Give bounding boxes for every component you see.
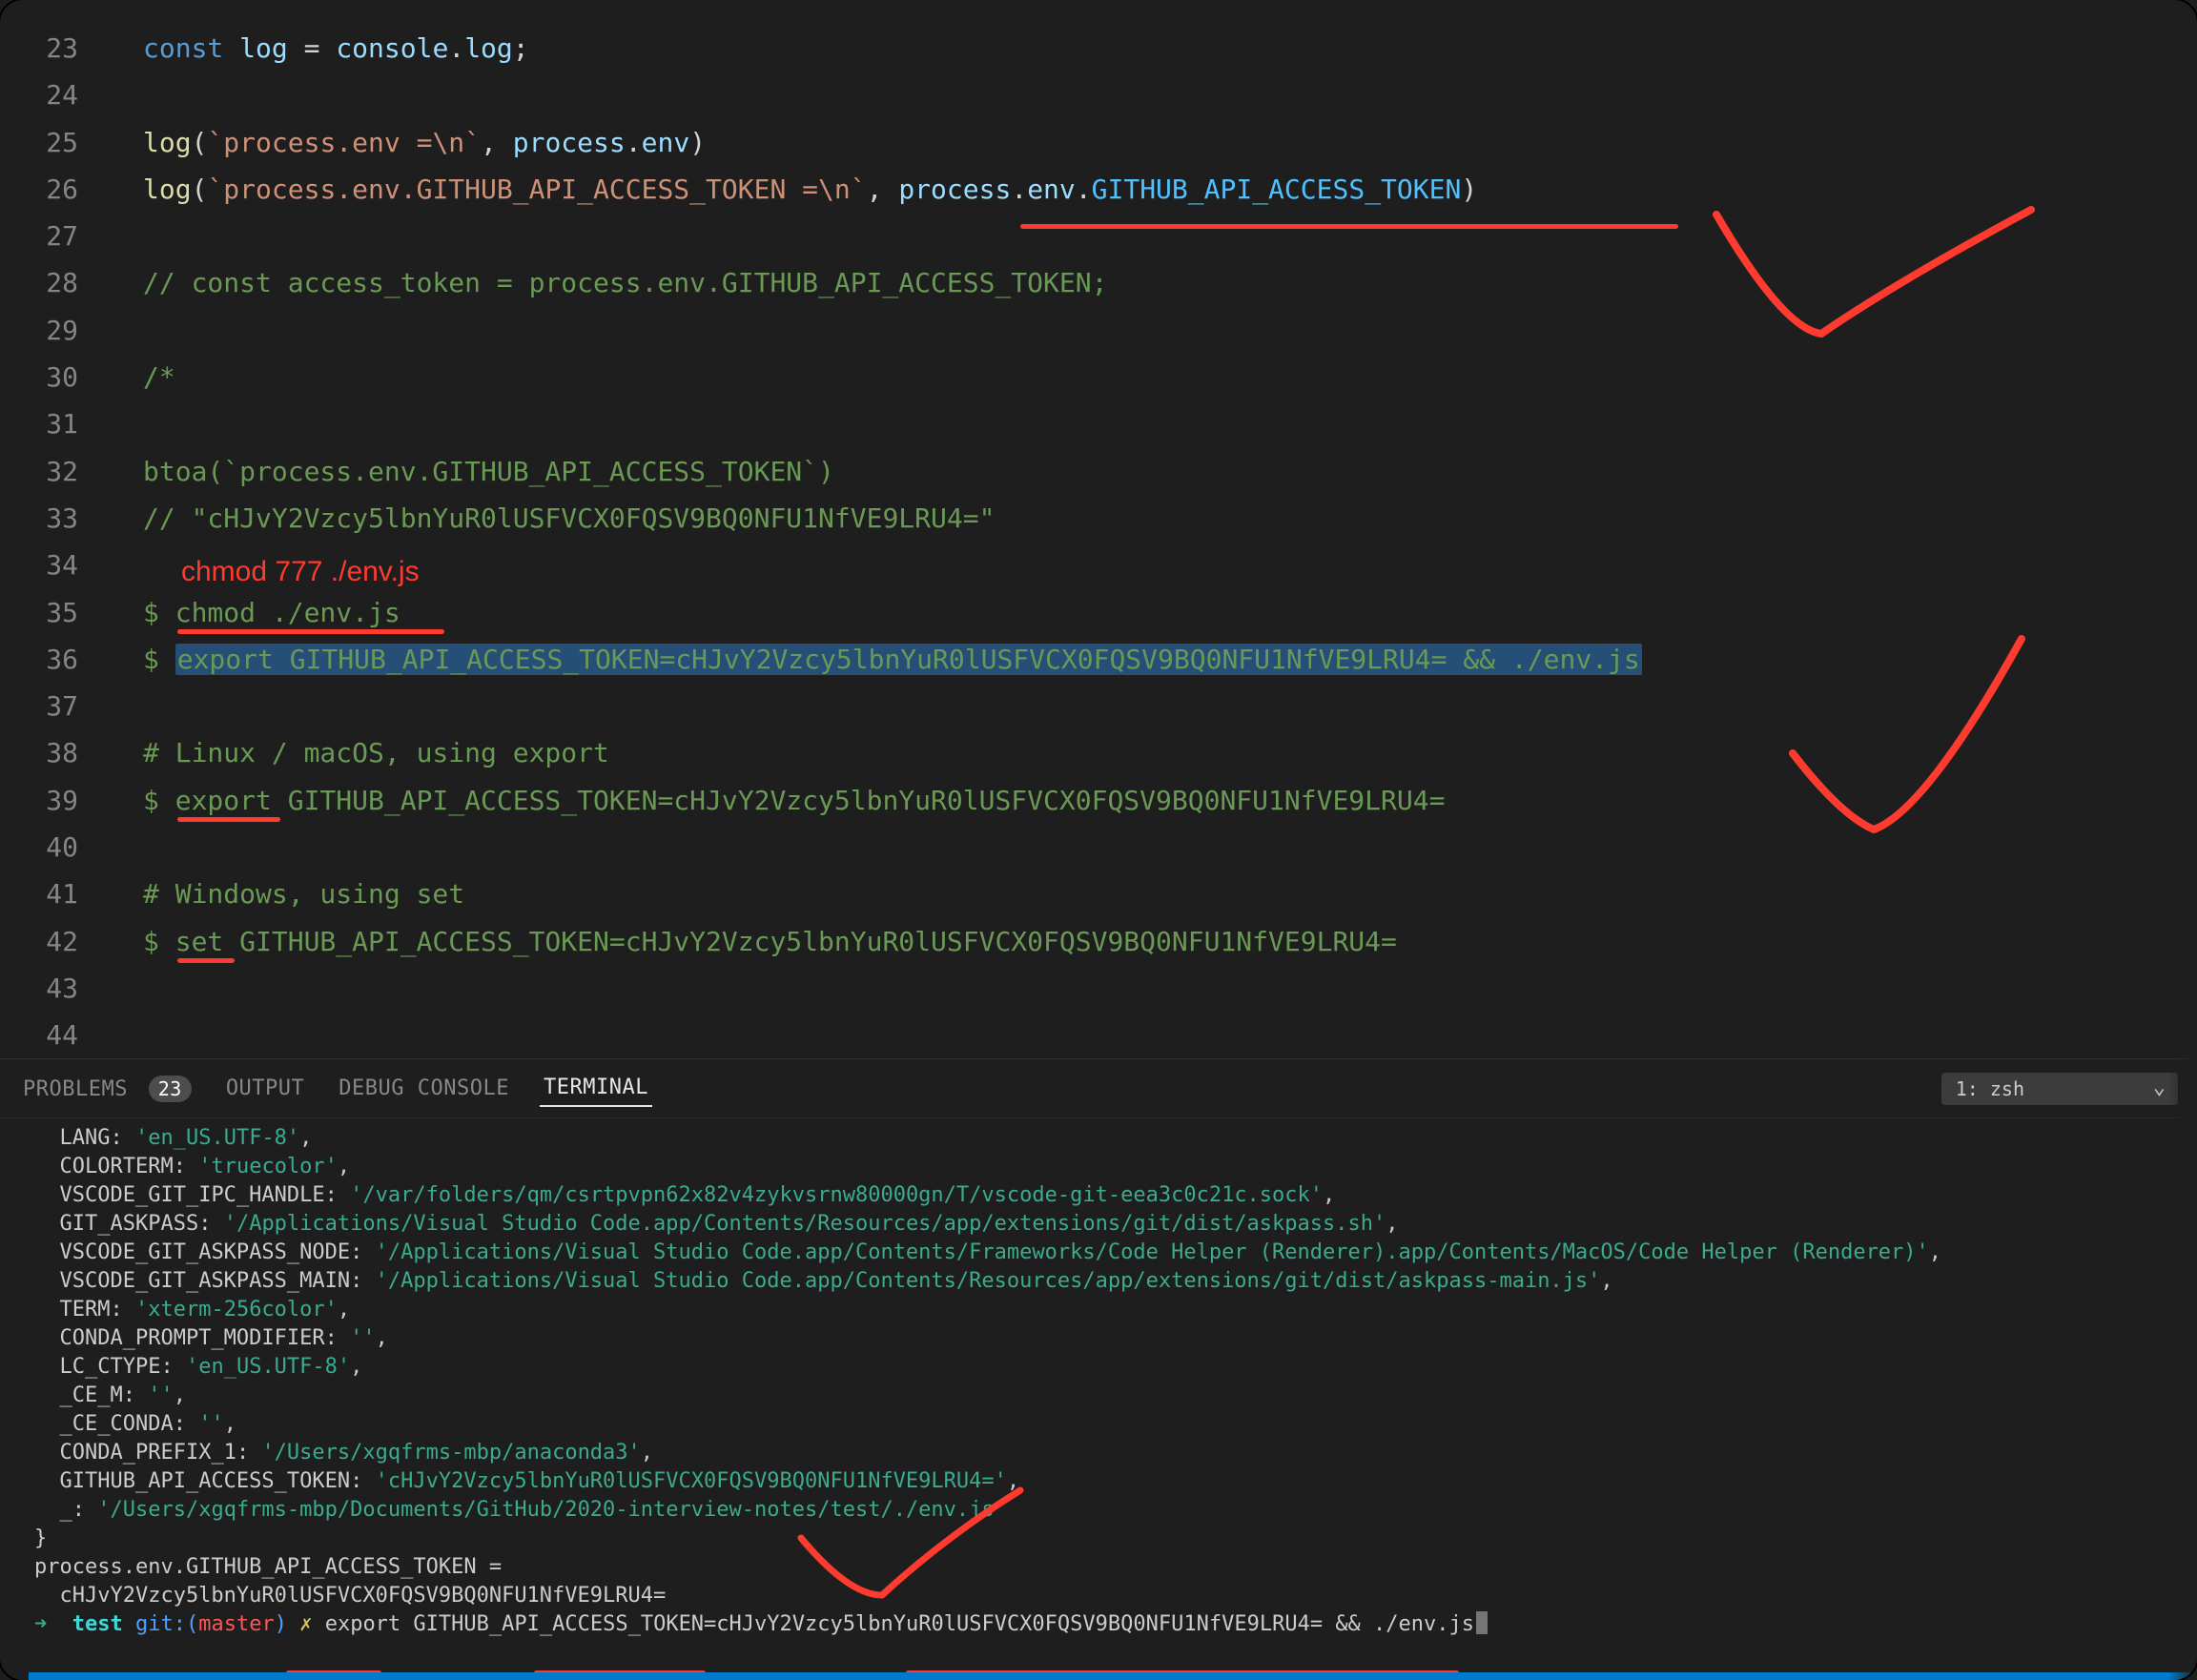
line-number: 33 [0, 495, 105, 542]
code-line[interactable]: btoa(`process.env.GITHUB_API_ACCESS_TOKE… [143, 448, 2178, 495]
line-number: 42 [0, 918, 105, 965]
code-line[interactable]: log(`process.env =\n`, process.env) [143, 119, 2178, 166]
status-bar-strip [29, 1672, 2197, 1680]
terminal-line: _CE_CONDA: '', [34, 1410, 2178, 1439]
code-editor[interactable]: 2324252627282930313233343536373839404142… [0, 0, 2197, 1058]
line-number: 28 [0, 259, 105, 306]
problems-badge: 23 [149, 1076, 192, 1102]
terminal-line: process.env.GITHUB_API_ACCESS_TOKEN = [34, 1553, 2178, 1582]
code-line[interactable] [143, 72, 2178, 118]
line-number: 26 [0, 166, 105, 213]
tab-terminal[interactable]: TERMINAL [540, 1070, 652, 1107]
terminal-line: CONDA_PREFIX_1: '/Users/xgqfrms-mbp/anac… [34, 1439, 2178, 1467]
line-number: 40 [0, 824, 105, 871]
terminal-line: COLORTERM: 'truecolor', [34, 1153, 2178, 1181]
code-line[interactable]: $ export GITHUB_API_ACCESS_TOKEN=cHJvY2V… [143, 636, 2178, 683]
terminal-line: LC_CTYPE: 'en_US.UTF-8', [34, 1353, 2178, 1382]
terminal-line: ➜ test git:(master) ✗ export GITHUB_API_… [34, 1610, 2178, 1639]
terminal-selector[interactable]: 1: zsh [1941, 1073, 2178, 1105]
terminal-line: VSCODE_GIT_IPC_HANDLE: '/var/folders/qm/… [34, 1181, 2178, 1210]
code-line[interactable]: $ set GITHUB_API_ACCESS_TOKEN=cHJvY2Vzcy… [143, 918, 2178, 965]
code-line[interactable]: const log = console.log; [143, 25, 2178, 72]
code-line[interactable] [143, 1012, 2178, 1058]
code-line[interactable] [143, 400, 2178, 447]
code-line[interactable] [143, 542, 2178, 588]
code-line[interactable]: // const access_token = process.env.GITH… [143, 259, 2178, 306]
code-line[interactable]: # Linux / macOS, using export [143, 729, 2178, 776]
code-line[interactable]: # Windows, using set [143, 871, 2178, 917]
code-line[interactable]: // "cHJvY2Vzcy5lbnYuR0lUSFVCX0FQSV9BQ0NF… [143, 495, 2178, 542]
line-number: 38 [0, 729, 105, 776]
code-line[interactable] [143, 307, 2178, 354]
line-number: 44 [0, 1012, 105, 1058]
line-number: 29 [0, 307, 105, 354]
vscode-window: 2324252627282930313233343536373839404142… [0, 0, 2197, 1680]
line-number-gutter: 2324252627282930313233343536373839404142… [0, 25, 105, 1058]
code-line[interactable] [143, 213, 2178, 259]
terminal-line: VSCODE_GIT_ASKPASS_MAIN: '/Applications/… [34, 1267, 2178, 1296]
terminal-line: VSCODE_GIT_ASKPASS_NODE: '/Applications/… [34, 1239, 2178, 1267]
line-number: 36 [0, 636, 105, 683]
line-number: 32 [0, 448, 105, 495]
code-line[interactable] [143, 683, 2178, 729]
line-number: 31 [0, 400, 105, 447]
terminal-line: _CE_M: '', [34, 1382, 2178, 1410]
code-line[interactable] [143, 965, 2178, 1012]
tab-problems-label: PROBLEMS [23, 1077, 128, 1101]
code-line[interactable] [143, 824, 2178, 871]
line-number: 34 [0, 542, 105, 588]
terminal-line: cHJvY2Vzcy5lbnYuR0lUSFVCX0FQSV9BQ0NFU1Nf… [34, 1582, 2178, 1610]
tab-debug-console[interactable]: DEBUG CONSOLE [335, 1071, 513, 1106]
terminal-line: GITHUB_API_ACCESS_TOKEN: 'cHJvY2Vzcy5lbn… [34, 1467, 2178, 1496]
code-content[interactable]: const log = console.log; log(`process.en… [143, 25, 2178, 1058]
line-number: 37 [0, 683, 105, 729]
right-fade [2168, 0, 2197, 1680]
code-line[interactable]: log(`process.env.GITHUB_API_ACCESS_TOKEN… [143, 166, 2178, 213]
terminal-line: GIT_ASKPASS: '/Applications/Visual Studi… [34, 1210, 2178, 1239]
panel-tabs: PROBLEMS 23 OUTPUT DEBUG CONSOLE TERMINA… [0, 1059, 2197, 1118]
code-line[interactable]: $ chmod ./env.js [143, 589, 2178, 636]
terminal-line: } [34, 1525, 2178, 1553]
tab-problems[interactable]: PROBLEMS 23 [19, 1070, 195, 1108]
line-number: 23 [0, 25, 105, 72]
code-line[interactable]: /* [143, 354, 2178, 400]
line-number: 41 [0, 871, 105, 917]
line-number: 24 [0, 72, 105, 118]
terminal-line: CONDA_PROMPT_MODIFIER: '', [34, 1324, 2178, 1353]
line-number: 25 [0, 119, 105, 166]
bottom-panel: PROBLEMS 23 OUTPUT DEBUG CONSOLE TERMINA… [0, 1058, 2197, 1680]
line-number: 43 [0, 965, 105, 1012]
terminal-line: TERM: 'xterm-256color', [34, 1296, 2178, 1324]
code-line[interactable]: $ export GITHUB_API_ACCESS_TOKEN=cHJvY2V… [143, 777, 2178, 824]
tab-output[interactable]: OUTPUT [222, 1071, 308, 1106]
line-number: 30 [0, 354, 105, 400]
terminal-line: _: '/Users/xgqfrms-mbp/Documents/GitHub/… [34, 1496, 2178, 1525]
terminal-line: LANG: 'en_US.UTF-8', [34, 1124, 2178, 1153]
terminal-output[interactable]: LANG: 'en_US.UTF-8', COLORTERM: 'truecol… [0, 1118, 2197, 1680]
line-number: 27 [0, 213, 105, 259]
line-number: 35 [0, 589, 105, 636]
line-number: 39 [0, 777, 105, 824]
